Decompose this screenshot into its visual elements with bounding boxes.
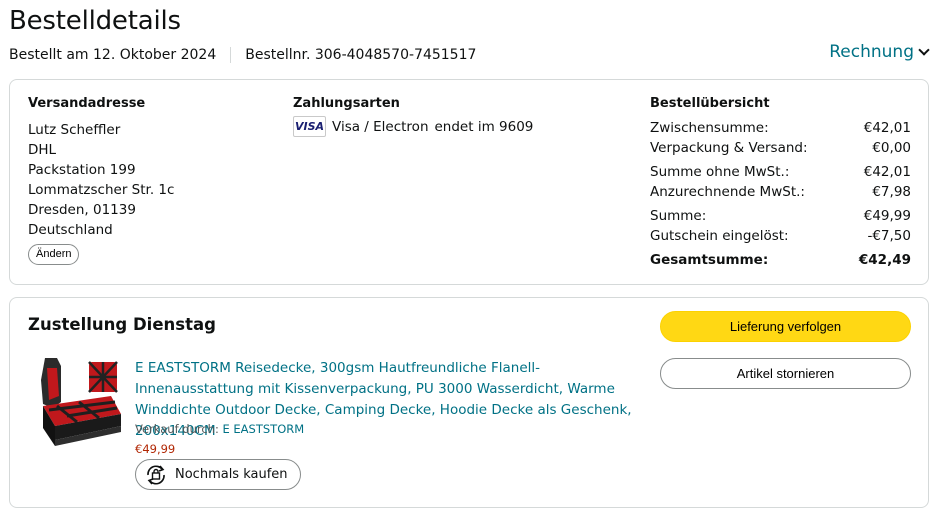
summary-label: Verpackung & Versand:	[650, 140, 808, 156]
seller-info: Verkauf durch: E EASTSTORM	[135, 422, 304, 436]
summary-total-row: Gesamtsumme: €42,49	[650, 250, 911, 270]
card-ending: endet im 9609	[434, 118, 534, 135]
delivery-box: Zustellung Dienstag Lieferung verfolgen …	[9, 297, 929, 508]
summary-label: Zwischensumme:	[650, 120, 769, 136]
summary-label: Anzurechnende MwSt.:	[650, 184, 805, 200]
address-line: Packstation 199	[28, 162, 136, 178]
seller-link[interactable]: E EASTSTORM	[222, 422, 304, 436]
order-date: Bestellt am 12. Oktober 2024	[9, 47, 217, 63]
address-line: Lutz Scheffler	[28, 122, 121, 138]
summary-row: Gutschein eingelöst: -€7,50	[650, 226, 911, 246]
summary-total-value: €42,49	[858, 252, 911, 268]
change-address-button[interactable]: Ändern	[28, 244, 80, 265]
chevron-down-icon	[918, 44, 930, 56]
product-price: €49,99	[135, 442, 176, 456]
track-package-button[interactable]: Lieferung verfolgen	[660, 311, 911, 342]
summary-total-label: Gesamtsumme:	[650, 252, 769, 268]
card-type: Visa / Electron	[332, 118, 429, 135]
shipping-heading: Versandadresse	[28, 96, 146, 111]
invoice-label: Rechnung	[829, 42, 914, 62]
summary-row: Zwischensumme: €42,01	[650, 118, 911, 138]
product-image[interactable]	[37, 356, 123, 448]
address-line: Dresden, 01139	[28, 202, 136, 218]
page-title: Bestelldetails	[9, 6, 181, 36]
order-info-box: Versandadresse Lutz Scheffler DHL Packst…	[9, 79, 929, 285]
summary-row: Anzurechnende MwSt.: €7,98	[650, 182, 911, 202]
address-line: Deutschland	[28, 222, 113, 238]
summary-value: -€7,50	[867, 228, 911, 244]
shipping-address: Lutz Scheffler DHL Packstation 199 Lomma…	[28, 120, 174, 240]
summary-heading: Bestellübersicht	[650, 96, 770, 111]
summary-row: Summe: €49,99	[650, 206, 911, 226]
order-meta: Bestellt am 12. Oktober 2024 Bestellnr. …	[9, 47, 476, 63]
invoice-dropdown[interactable]: Rechnung	[829, 42, 930, 62]
summary-row: Summe ohne MwSt.: €42,01	[650, 162, 911, 182]
summary-label: Gutschein eingelöst:	[650, 228, 789, 244]
payment-heading: Zahlungsarten	[293, 96, 400, 111]
cancel-item-button[interactable]: Artikel stornieren	[660, 358, 911, 389]
sold-by-label: Verkauf durch:	[135, 422, 219, 436]
summary-label: Summe ohne MwSt.:	[650, 164, 790, 180]
address-line: DHL	[28, 142, 57, 158]
summary-label: Summe:	[650, 208, 707, 224]
order-summary: Zwischensumme: €42,01 Verpackung & Versa…	[650, 118, 911, 270]
order-number: Bestellnr. 306-4048570-7451517	[245, 47, 477, 63]
summary-value: €49,99	[863, 208, 911, 224]
address-line: Lommatzscher Str. 1c	[28, 182, 175, 198]
buy-again-icon	[147, 464, 165, 485]
visa-card-icon: VISA	[293, 116, 326, 137]
summary-value: €42,01	[863, 120, 911, 136]
buy-again-label: Nochmals kaufen	[175, 467, 288, 482]
buy-again-button[interactable]: Nochmals kaufen	[135, 459, 301, 490]
summary-value: €42,01	[863, 164, 911, 180]
summary-row: Verpackung & Versand: €0,00	[650, 138, 911, 158]
delivery-title: Zustellung Dienstag	[28, 315, 216, 334]
payment-method: VISA Visa / Electron endet im 9609	[293, 116, 533, 137]
summary-value: €0,00	[872, 140, 911, 156]
summary-value: €7,98	[872, 184, 911, 200]
meta-divider	[230, 47, 232, 63]
